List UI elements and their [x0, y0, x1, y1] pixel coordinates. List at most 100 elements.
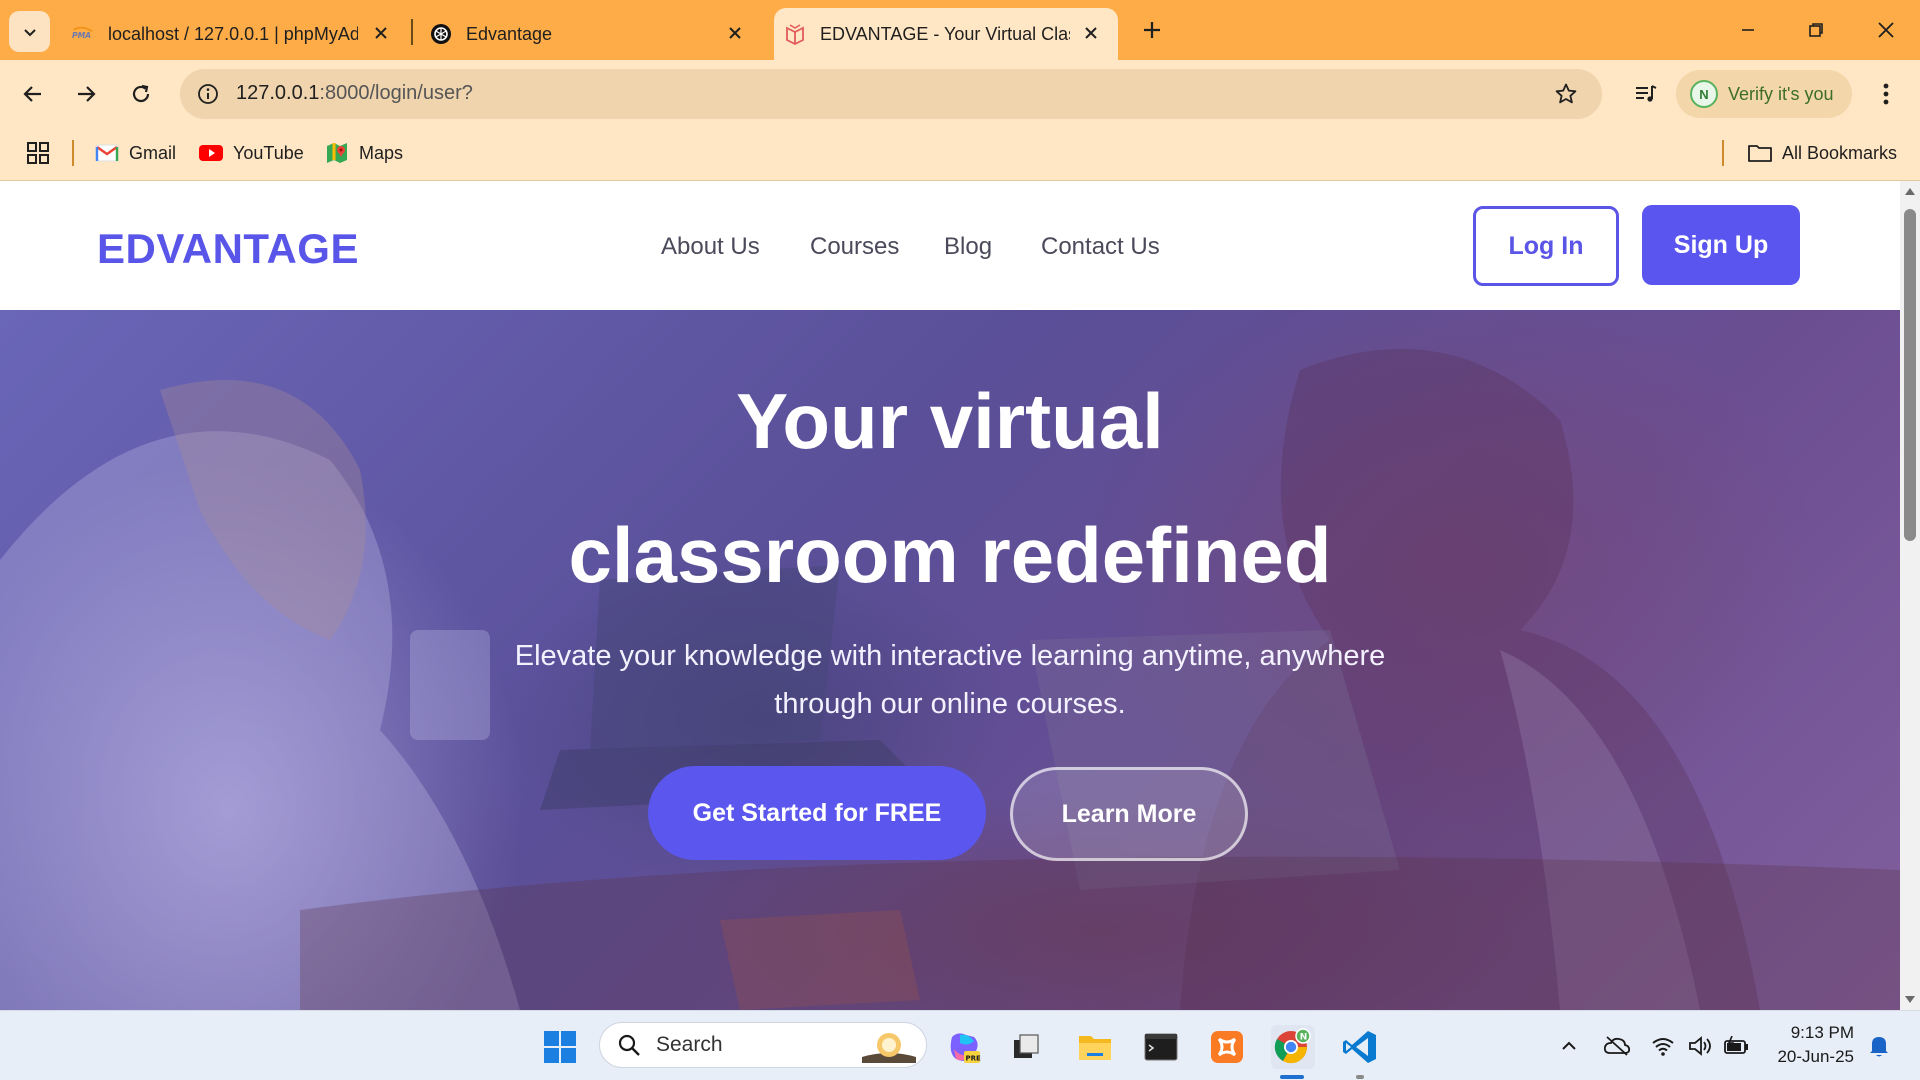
hero-title: Your virtual classroom redefined	[0, 354, 1900, 622]
back-button[interactable]	[13, 74, 53, 114]
tab-phpmyadmin[interactable]: PMA localhost / 127.0.0.1 | phpMyAd	[62, 8, 408, 60]
taskbar-terminal[interactable]	[1139, 1025, 1183, 1069]
bookmark-youtube[interactable]: YouTube	[199, 138, 304, 168]
volume-status[interactable]	[1686, 1031, 1716, 1061]
scroll-up-arrow-icon[interactable]	[1904, 185, 1916, 197]
clock-time: 9:13 PM	[1790, 1023, 1854, 1042]
get-started-button[interactable]: Get Started for FREE	[648, 766, 986, 860]
svg-text:N: N	[1300, 1033, 1308, 1043]
search-label: Search	[656, 1033, 723, 1056]
taskbar-search[interactable]: Search	[599, 1022, 927, 1068]
media-queue-icon	[1636, 85, 1657, 102]
taskbar-vscode[interactable]	[1338, 1025, 1382, 1069]
bookmark-label: Maps	[359, 142, 404, 163]
bookmarks-divider	[72, 140, 74, 166]
nav-blog[interactable]: Blog	[944, 233, 992, 261]
address-bar[interactable]: 127.0.0.1:8000/login/user?	[180, 69, 1602, 119]
maps-icon	[325, 141, 349, 165]
profile-chip[interactable]: N Verify it's you	[1676, 70, 1852, 118]
tab-search-button[interactable]	[9, 11, 50, 52]
page-scrollbar[interactable]	[1900, 181, 1920, 1010]
url-path: :8000/login/user?	[319, 82, 473, 104]
copilot-icon: PRE	[950, 1033, 982, 1063]
speaker-icon	[1689, 1036, 1711, 1056]
open-app-indicator	[1356, 1075, 1364, 1079]
restore-button[interactable]	[1796, 12, 1836, 48]
notifications-button[interactable]	[1864, 1031, 1894, 1061]
tab-title: EDVANTAGE - Your Virtual Class	[820, 23, 1070, 44]
search-highlight-icon	[862, 1033, 916, 1063]
battery-status[interactable]	[1722, 1031, 1752, 1061]
bookmark-maps[interactable]: Maps	[325, 138, 403, 168]
hero-title-line-1: Your virtual	[736, 377, 1164, 465]
taskbar-chrome[interactable]: N	[1271, 1025, 1315, 1069]
chrome-icon: N	[1274, 1028, 1311, 1064]
taskbar-xampp[interactable]	[1205, 1025, 1249, 1069]
page-viewport: EDVANTAGE About Us Courses Blog Contact …	[0, 181, 1900, 1010]
forward-button[interactable]	[66, 74, 106, 114]
nav-courses[interactable]: Courses	[810, 233, 899, 261]
new-tab-button[interactable]	[1136, 14, 1168, 46]
gmail-icon	[95, 141, 119, 165]
signup-button[interactable]: Sign Up	[1642, 205, 1800, 285]
start-button[interactable]	[538, 1025, 582, 1069]
arrow-left-icon	[23, 86, 41, 102]
close-window-button[interactable]	[1866, 12, 1906, 48]
vscode-icon	[1343, 1031, 1376, 1063]
tab-edvantage-active[interactable]: EDVANTAGE - Your Virtual Class	[774, 8, 1118, 60]
tab-strip: PMA localhost / 127.0.0.1 | phpMyAd Edva…	[0, 0, 1920, 60]
show-hidden-icons-button[interactable]	[1554, 1031, 1584, 1061]
close-icon[interactable]	[1078, 20, 1104, 46]
plus-icon	[1144, 22, 1160, 38]
minimize-button[interactable]	[1728, 12, 1768, 48]
active-app-indicator	[1280, 1075, 1304, 1079]
browser-menu-button[interactable]	[1868, 74, 1904, 114]
reload-icon	[132, 84, 150, 103]
battery-charging-icon	[1724, 1036, 1748, 1054]
svg-text:PRE: PRE	[966, 1055, 982, 1063]
site-logo[interactable]: EDVANTAGE	[97, 225, 359, 273]
taskbar-copilot[interactable]: PRE	[942, 1025, 986, 1069]
taskbar-task-view[interactable]	[1004, 1025, 1048, 1069]
search-icon	[616, 1032, 642, 1058]
nav-contact-us[interactable]: Contact Us	[1041, 233, 1160, 261]
apps-button[interactable]	[26, 138, 50, 168]
restore-icon	[1809, 23, 1823, 37]
onedrive-status[interactable]	[1602, 1031, 1632, 1061]
learn-more-button[interactable]: Learn More	[1010, 767, 1248, 861]
verify-label: Verify it's you	[1728, 83, 1834, 104]
scroll-down-arrow-icon[interactable]	[1904, 994, 1916, 1006]
browser-toolbar: 127.0.0.1:8000/login/user? N Verify it's…	[0, 60, 1920, 128]
youtube-icon	[199, 141, 223, 165]
close-icon	[1878, 22, 1894, 38]
windows-taskbar: Search PRE N 9:13 PM 20-Jun-25	[0, 1010, 1920, 1080]
phpmyadmin-icon: PMA	[72, 23, 94, 45]
login-button[interactable]: Log In	[1473, 206, 1619, 286]
hero-title-line-2: classroom redefined	[568, 511, 1332, 599]
clock-date: 20-Jun-25	[1777, 1047, 1854, 1066]
nav-about-us[interactable]: About Us	[661, 233, 760, 261]
bookmark-star-icon[interactable]	[1552, 80, 1580, 108]
media-controls-button[interactable]	[1626, 74, 1666, 114]
reload-button[interactable]	[121, 74, 161, 114]
hero-subtitle: Elevate your knowledge with interactive …	[514, 640, 1386, 720]
xampp-icon	[1211, 1031, 1243, 1063]
scroll-thumb[interactable]	[1904, 209, 1916, 541]
svg-text:PMA: PMA	[72, 31, 91, 40]
bookmark-label: Gmail	[129, 142, 177, 163]
arrow-right-icon	[78, 86, 96, 102]
system-clock[interactable]: 9:13 PM 20-Jun-25	[1762, 1021, 1854, 1069]
openai-icon	[430, 23, 452, 45]
taskbar-file-explorer[interactable]	[1073, 1025, 1117, 1069]
bookmark-gmail[interactable]: Gmail	[95, 138, 176, 168]
folder-icon	[1748, 141, 1772, 165]
close-icon[interactable]	[722, 20, 748, 46]
site-info-icon[interactable]	[192, 78, 224, 110]
close-icon[interactable]	[368, 20, 394, 46]
all-bookmarks-button[interactable]: All Bookmarks	[1748, 138, 1897, 168]
bell-icon	[1870, 1037, 1888, 1057]
tab-edvantage[interactable]: Edvantage	[420, 8, 762, 60]
all-bookmarks-label: All Bookmarks	[1782, 142, 1898, 163]
wifi-status[interactable]	[1648, 1031, 1678, 1061]
terminal-icon	[1144, 1033, 1178, 1061]
